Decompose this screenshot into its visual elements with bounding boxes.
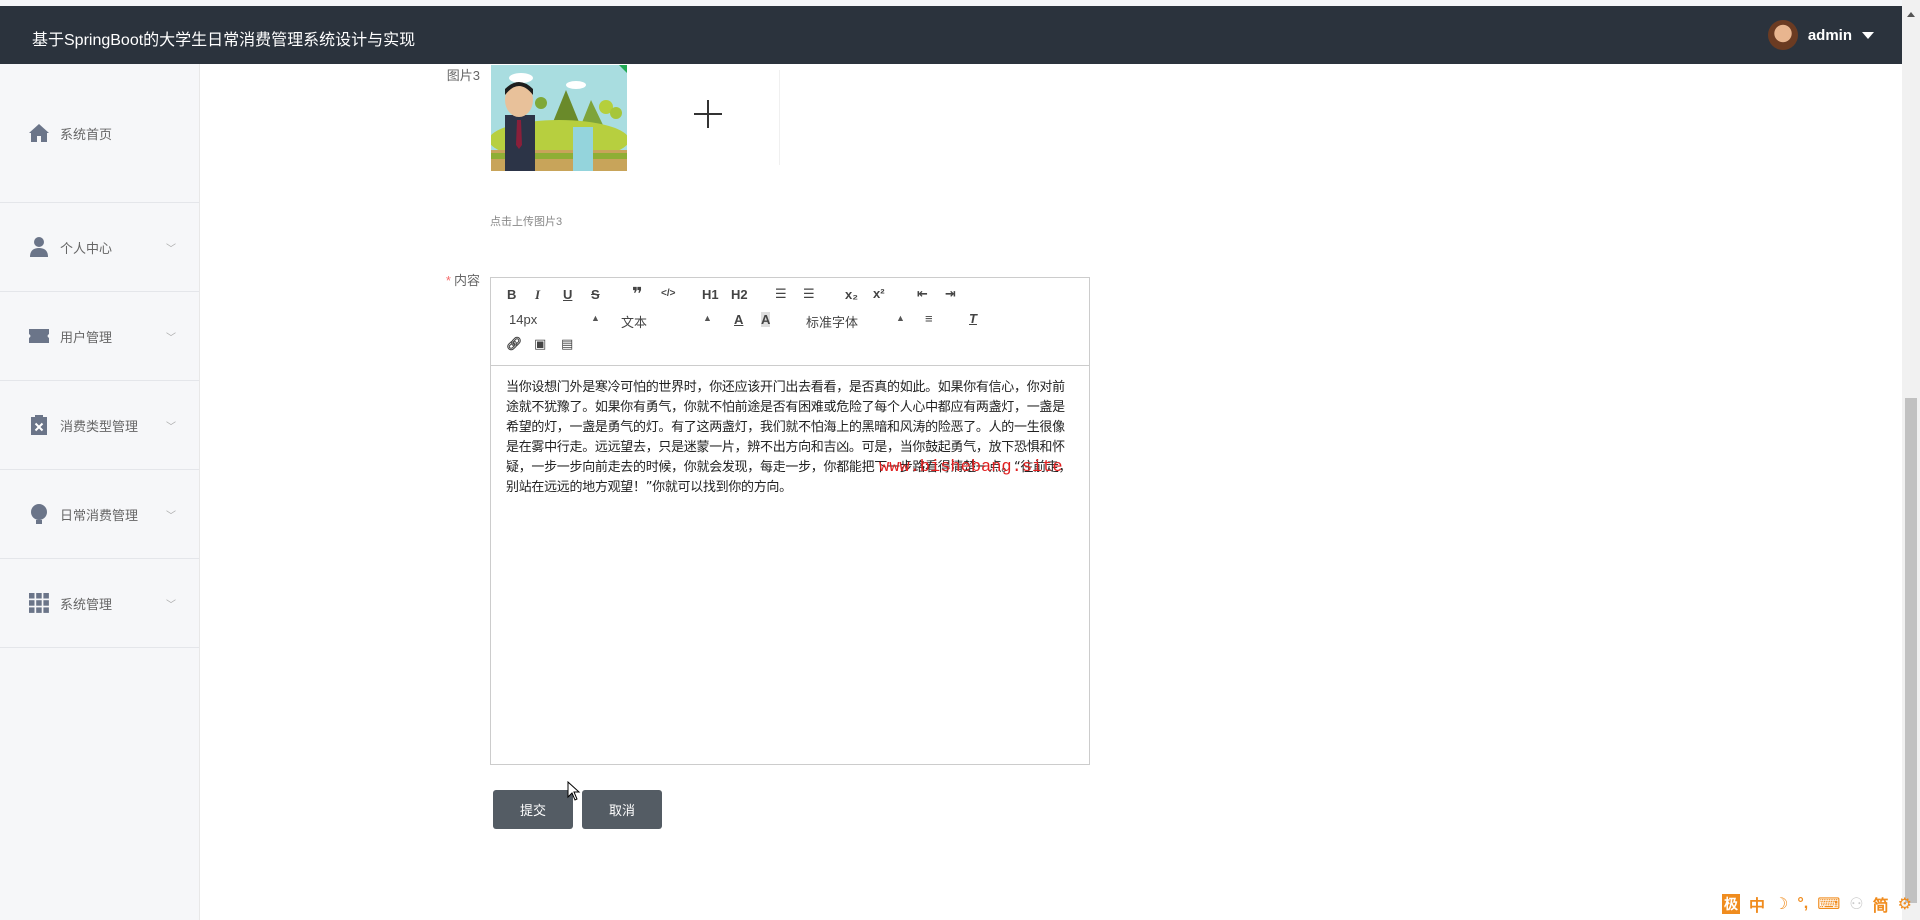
- sidebar-item-system[interactable]: 系统管理 ﹀: [0, 559, 199, 648]
- ime-logo-icon[interactable]: 极: [1722, 894, 1740, 914]
- image3-hint: 点击上传图片3: [490, 213, 562, 229]
- rich-text-editor: B I U S ❞ </> H1 H2 ☰ ☰ x₂ x² ⇤ ⇥ 14px▲ …: [490, 277, 1090, 765]
- content-label: *内容: [420, 270, 480, 289]
- ime-lang-icon[interactable]: 中: [1749, 892, 1765, 916]
- page-scrollbar[interactable]: [1902, 0, 1920, 920]
- watermark: www.bishebang.site: [879, 458, 1063, 477]
- select-arrows-icon: ▲: [703, 313, 712, 323]
- link-icon[interactable]: 🔗︎: [506, 336, 523, 352]
- code-block-button[interactable]: </>: [661, 288, 675, 299]
- background-color-icon[interactable]: A: [761, 312, 770, 327]
- font-color-icon[interactable]: A: [734, 312, 743, 327]
- sidebar-item-label: 个人中心: [60, 238, 112, 257]
- sidebar-item-label: 系统首页: [60, 124, 112, 143]
- ime-simplified-icon[interactable]: 简: [1873, 892, 1889, 916]
- select-arrows-icon: ▲: [896, 313, 905, 323]
- sidebar-item-label: 日常消费管理: [60, 505, 138, 524]
- ime-keyboard-icon[interactable]: ⌨: [1817, 894, 1840, 914]
- underline-button[interactable]: U: [563, 287, 572, 302]
- font-family-select[interactable]: 标准字体 ▲: [806, 312, 906, 331]
- chevron-down-icon: ﹀: [166, 596, 176, 611]
- grid-icon: [28, 592, 50, 614]
- mouse-cursor-icon: [567, 781, 581, 801]
- chevron-down-icon: ﹀: [166, 418, 176, 433]
- sidebar-item-daily-expenses[interactable]: 日常消费管理 ﹀: [0, 470, 199, 559]
- sidebar-item-expense-types[interactable]: 消费类型管理 ﹀: [0, 381, 199, 470]
- clear-format-icon[interactable]: T: [969, 311, 977, 326]
- strike-button[interactable]: S: [591, 287, 600, 302]
- ticket-icon: [28, 325, 50, 347]
- image3-label: 图片3: [420, 65, 480, 84]
- bullet-list-icon[interactable]: ☰: [803, 286, 815, 302]
- sidebar-item-profile[interactable]: 个人中心 ﹀: [0, 203, 199, 292]
- app-title: 基于SpringBoot的大学生日常消费管理系统设计与实现: [32, 26, 415, 50]
- caret-down-icon: [1862, 32, 1874, 39]
- editor-content[interactable]: 当你设想门外是寒冷可怕的世界时，你还应该开门出去看看，是否真的如此。如果你有信心…: [491, 366, 1089, 510]
- image-icon[interactable]: ▣: [534, 336, 546, 352]
- chevron-down-icon: ﹀: [166, 507, 176, 522]
- ordered-list-icon[interactable]: ☰: [775, 286, 787, 302]
- indent-icon[interactable]: ⇥: [945, 286, 956, 302]
- header-select-value: 文本: [621, 315, 647, 330]
- bulb-icon: [28, 503, 50, 525]
- select-arrows-icon: ▲: [591, 313, 600, 323]
- italic-button[interactable]: I: [535, 287, 540, 303]
- sidebar: 系统首页 个人中心 ﹀ 用户管理 ﹀ 消费类型管理 ﹀ 日常消费管理 ﹀ 系统管…: [0, 64, 200, 920]
- superscript-button[interactable]: x²: [873, 286, 885, 301]
- header-select[interactable]: 文本 ▲: [621, 312, 711, 331]
- upload-plus-icon[interactable]: [694, 100, 722, 128]
- video-icon[interactable]: ▤: [561, 336, 573, 352]
- align-icon[interactable]: ≡: [925, 311, 933, 326]
- submit-button[interactable]: 提交: [493, 790, 573, 829]
- ime-settings-icon[interactable]: ⚙: [1898, 894, 1912, 914]
- sidebar-item-label: 消费类型管理: [60, 416, 138, 435]
- required-mark: *: [446, 273, 451, 288]
- bold-button[interactable]: B: [507, 287, 516, 302]
- cancel-button[interactable]: 取消: [582, 790, 662, 829]
- ime-moon-icon[interactable]: ☽: [1774, 894, 1788, 914]
- font-family-value: 标准字体: [806, 315, 858, 330]
- ime-punct-icon[interactable]: °,: [1797, 895, 1808, 913]
- user-menu[interactable]: admin: [1768, 20, 1874, 50]
- scrollbar-thumb[interactable]: [1905, 398, 1917, 903]
- chevron-down-icon: ﹀: [166, 329, 176, 344]
- outdent-icon[interactable]: ⇤: [917, 286, 928, 302]
- home-icon: [28, 122, 50, 144]
- sidebar-item-home[interactable]: 系统首页: [0, 64, 199, 203]
- blockquote-button[interactable]: ❞: [632, 284, 643, 305]
- upload-box-border: [779, 70, 780, 165]
- chevron-down-icon: ﹀: [166, 240, 176, 255]
- subscript-button[interactable]: x₂: [845, 287, 858, 302]
- editor-toolbar: B I U S ❞ </> H1 H2 ☰ ☰ x₂ x² ⇤ ⇥ 14px▲ …: [491, 278, 1089, 366]
- ime-user-icon[interactable]: ⚇: [1849, 894, 1863, 914]
- content-label-text: 内容: [454, 273, 480, 288]
- h2-button[interactable]: H2: [731, 287, 748, 302]
- sidebar-item-label: 用户管理: [60, 327, 112, 346]
- h1-button[interactable]: H1: [702, 287, 719, 302]
- landscape-image: [491, 65, 627, 171]
- sidebar-item-label: 系统管理: [60, 594, 112, 613]
- font-size-select[interactable]: 14px ▲: [509, 312, 599, 327]
- avatar: [1768, 20, 1798, 50]
- font-size-value: 14px: [509, 312, 537, 327]
- ime-toolbar: 极 中 ☽ °, ⌨ ⚇ 简 ⚙: [1722, 892, 1912, 916]
- username: admin: [1808, 27, 1852, 44]
- clipboard-x-icon: [28, 414, 50, 436]
- image3-preview[interactable]: [491, 65, 627, 171]
- scroll-up-icon[interactable]: [1907, 12, 1915, 17]
- sidebar-item-users[interactable]: 用户管理 ﹀: [0, 292, 199, 381]
- user-icon: [28, 236, 50, 258]
- header: 基于SpringBoot的大学生日常消费管理系统设计与实现 admin: [0, 6, 1902, 64]
